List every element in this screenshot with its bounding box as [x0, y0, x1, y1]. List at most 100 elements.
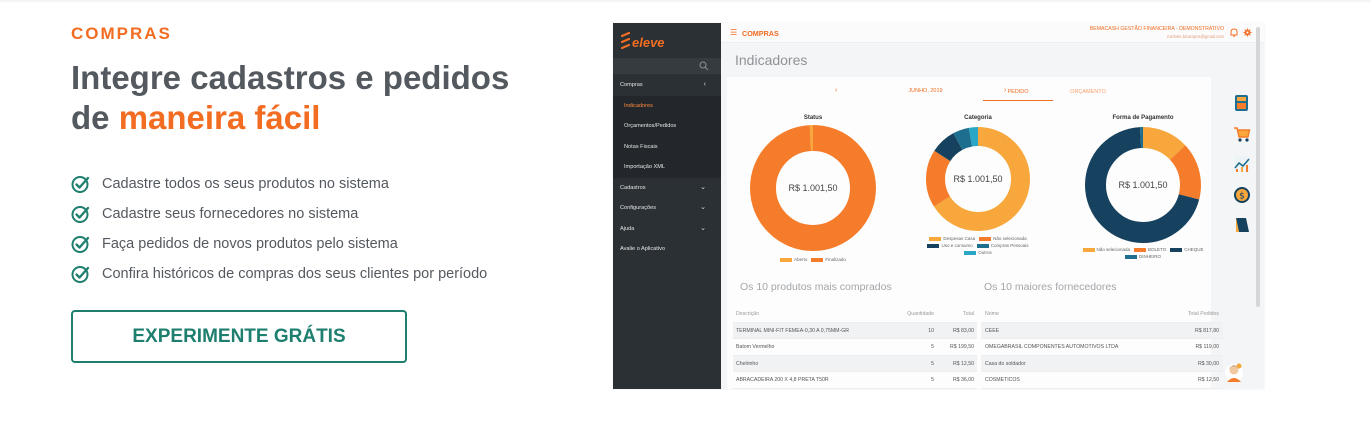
- legend-item[interactable]: Finalizado: [811, 257, 846, 262]
- table-cell: Batom Vermelho: [736, 344, 775, 350]
- calculator-icon[interactable]: [1233, 94, 1251, 112]
- legend-item[interactable]: Não selecionada: [1082, 247, 1130, 252]
- sidebar-item-3[interactable]: Notas Fiscais: [613, 136, 721, 157]
- legend-item[interactable]: Despesas Casa: [929, 236, 975, 241]
- app-logo: eleve: [621, 29, 665, 55]
- prev-period-button[interactable]: ‹: [835, 87, 837, 94]
- period-label[interactable]: JUNHO, 2019: [878, 88, 973, 94]
- app-shortcuts: $: [1230, 94, 1254, 247]
- table-cell: R$ 83,00: [952, 327, 974, 334]
- chevron-icon: ⌄: [700, 224, 706, 232]
- legend-item[interactable]: Uso e consumo: [927, 243, 973, 248]
- search-icon: [699, 61, 709, 71]
- legend-item[interactable]: Não selecionada: [979, 236, 1027, 241]
- chart-title: Forma de Pagamento: [1112, 115, 1174, 121]
- legend-item[interactable]: Aberto: [780, 257, 807, 262]
- table-header-cell: Total: [963, 311, 974, 317]
- table-cell: CEEE: [985, 327, 1000, 334]
- legend-swatch: [780, 257, 793, 262]
- table-row[interactable]: ABRACADEIRA 200 X 4,8 PRETA T50R 5 R$ 36,0…: [733, 372, 977, 389]
- legend-label: CHEQUE: [1184, 247, 1204, 252]
- tab-orcamento[interactable]: ORÇAMENTO: [1053, 87, 1123, 101]
- legend-swatch: [1082, 247, 1095, 252]
- table-header-cell: Quantidade: [907, 311, 934, 317]
- support-avatar-icon[interactable]: [1224, 362, 1244, 384]
- table-cell: R$ 30,00: [1197, 360, 1219, 367]
- table-cell: R$ 36,00: [952, 377, 974, 383]
- legend-item[interactable]: BOLETO: [1134, 247, 1166, 252]
- user-email: michele.bicampos@gmail.com: [1167, 34, 1224, 39]
- bell-icon[interactable]: [1230, 28, 1238, 37]
- table-row[interactable]: Chelrinho 5 R$ 12,50: [733, 355, 977, 372]
- chart-legend: Despesas Casa Não selecionada Uso e consum…: [914, 236, 1042, 255]
- table-cell: 5: [931, 344, 934, 350]
- legend-item[interactable]: Compras Pessoais: [976, 243, 1029, 248]
- shopping-cart-icon[interactable]: [1233, 125, 1251, 143]
- sidebar-item-label: Orçamentos/Pedidos: [624, 123, 677, 129]
- legend-item[interactable]: Outros: [964, 250, 992, 255]
- money-coin-icon[interactable]: $: [1233, 186, 1251, 204]
- table-row[interactable]: COSMETICOS R$ 12,50: [981, 372, 1223, 389]
- chart-legend: Aberto Finalizado: [753, 257, 873, 262]
- logo-text: eleve: [632, 34, 665, 50]
- sidebar-item-0[interactable]: Compras ‹: [613, 75, 721, 96]
- table-cell: 10: [928, 327, 934, 334]
- feature-text: Cadastre seus fornecedores no sistema: [102, 206, 359, 222]
- feature-text: Confira históricos de compras dos seus c…: [102, 266, 488, 282]
- try-free-button[interactable]: EXPERIMENTE GRÁTIS: [71, 310, 407, 363]
- chevron-icon: ‹: [703, 81, 706, 88]
- top-products-title: Os 10 produtos mais comprados: [740, 281, 892, 293]
- hamburger-menu-icon[interactable]: ☰: [730, 28, 737, 37]
- sidebar-item-4[interactable]: Importação XML: [613, 157, 721, 178]
- sidebar-item-1[interactable]: Indicadores: [613, 95, 721, 116]
- feature-text: Faça pedidos de novos produtos pelo sist…: [102, 236, 398, 252]
- sidebar-item-8[interactable]: Avalie o Aplicativo: [613, 239, 721, 260]
- legend-label: Outros: [978, 250, 992, 255]
- app-topbar: ☰ COMPRAS BEMACASH GESTÃO FINANCEIRA - D…: [721, 23, 1264, 43]
- table-row[interactable]: CEEE R$ 817,80: [981, 322, 1223, 339]
- legend-label: Uso e consumo: [941, 243, 973, 248]
- sidebar-item-2[interactable]: Orçamentos/Pedidos: [613, 116, 721, 137]
- tab-pedido[interactable]: PEDIDO: [983, 87, 1053, 101]
- table-row[interactable]: OMEGABRASIL COMPONENTES AUTOMOTIVOS LTDA…: [981, 339, 1223, 356]
- legend-item[interactable]: CHEQUE: [1170, 247, 1203, 252]
- feature-list: Cadastre todos os seus produtos no siste…: [71, 169, 571, 289]
- sidebar-search[interactable]: [613, 58, 721, 74]
- legend-label: DINHEIRO: [1138, 254, 1161, 259]
- line-chart-icon[interactable]: [1233, 155, 1251, 173]
- chevron-icon: ⌄: [700, 183, 706, 191]
- legend-label: Despesas Casa: [943, 236, 976, 241]
- chart-legend: Não selecionada BOLETO CHEQUE DINHEIRO: [1063, 247, 1223, 259]
- invoice-icon[interactable]: [1233, 216, 1251, 234]
- check-circle-icon: [71, 206, 90, 223]
- legend-item[interactable]: DINHEIRO: [1124, 254, 1161, 259]
- table-row[interactable]: Batom Vermelho 5 R$ 199,50: [733, 339, 977, 356]
- legend-swatch: [1134, 247, 1147, 252]
- donut-center-label: R$ 1.001,50: [953, 174, 1002, 184]
- donut-center-label: R$ 1.001,50: [788, 183, 837, 193]
- page-title: Indicadores: [735, 52, 808, 68]
- table-cell: R$ 199,50: [950, 344, 974, 350]
- table-row[interactable]: Casa do soldador R$ 30,00: [981, 355, 1223, 372]
- sidebar-item-7[interactable]: Ajuda ⌄: [613, 219, 721, 240]
- company-name[interactable]: BEMACASH GESTÃO FINANCEIRA - DEMONSTRATI…: [1090, 26, 1224, 32]
- sidebar-nav: Compras ‹ Indicadores Orçamentos/Pedidos Not…: [613, 75, 721, 260]
- check-circle-icon: [71, 236, 90, 253]
- table-cell: R$ 12,50: [1197, 377, 1219, 383]
- table-header-row: Nome Total Pedidos: [981, 306, 1223, 323]
- feature-item: Faça pedidos de novos produtos pelo sist…: [71, 229, 571, 259]
- table-row[interactable]: TERMINAL MINI-FIT FEMEA-0,30 A 0,75MM-GR…: [733, 322, 977, 339]
- eleve-logo-icon: [621, 32, 630, 50]
- table-cell: 5: [931, 360, 934, 367]
- legend-swatch: [979, 236, 992, 241]
- app-sidebar: eleve Compras ‹ Indicadores Orçamentos/Pedi…: [613, 23, 721, 389]
- check-circle-icon: [71, 266, 90, 283]
- sidebar-item-5[interactable]: Cadastros ⌄: [613, 178, 721, 199]
- table-cell: OMEGABRASIL COMPONENTES AUTOMOTIVOS LTDA: [985, 344, 1119, 350]
- check-circle-icon: [71, 176, 90, 193]
- module-title: COMPRAS: [742, 29, 779, 38]
- content-scrollbar[interactable]: [1256, 27, 1260, 307]
- headline-line-1: Integre cadastros e pedidos: [71, 59, 510, 96]
- sidebar-item-6[interactable]: Configurações ⌄: [613, 198, 721, 219]
- gear-icon[interactable]: [1243, 28, 1252, 37]
